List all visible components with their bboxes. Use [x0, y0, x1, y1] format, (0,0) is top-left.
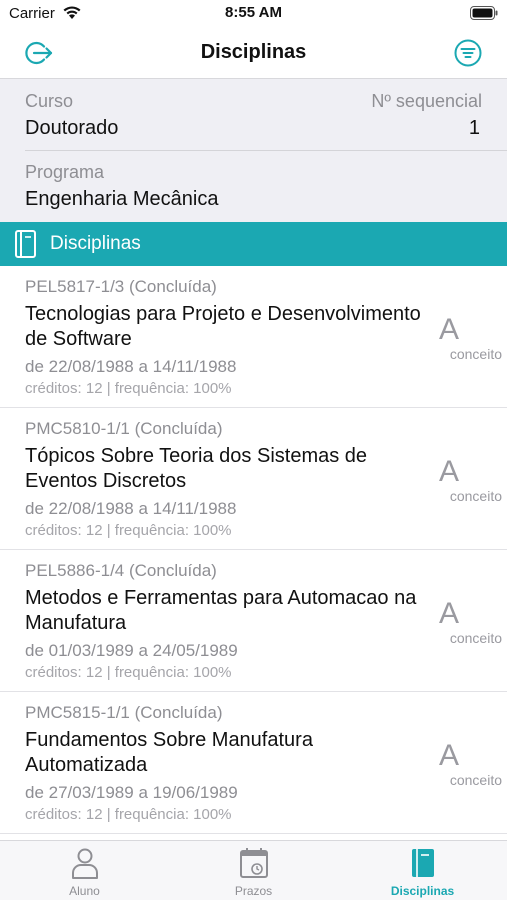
course-grade-label: conceito	[449, 772, 502, 788]
list-item[interactable]: PMC5810-1/1 (Concluída) Tópicos Sobre Te…	[0, 408, 507, 550]
course-dates: de 01/03/1989 a 24/05/1989	[25, 641, 238, 660]
curso-value: Doutorado	[25, 117, 119, 139]
course-name: Tecnologias para Projeto e Desenvolvimen…	[25, 303, 421, 350]
course-grade-label: conceito	[449, 346, 502, 362]
course-code: PMC5810-1/1 (Concluída)	[25, 419, 223, 438]
tab-aluno[interactable]: Aluno	[0, 841, 169, 900]
disciplinas-section-header: Disciplinas	[0, 222, 507, 266]
curso-row: Curso Doutorado Nº sequencial 1	[0, 79, 507, 150]
courses-list[interactable]: PEL5817-1/3 (Concluída) Tecnologias para…	[0, 266, 507, 840]
tab-disciplinas[interactable]: Disciplinas	[338, 841, 507, 900]
navigation-bar: Disciplinas	[0, 28, 507, 78]
filter-icon[interactable]	[453, 38, 483, 68]
book-icon	[408, 847, 438, 879]
person-icon	[70, 847, 100, 879]
page-title: Disciplinas	[200, 41, 307, 63]
course-grade: A	[438, 597, 459, 630]
tab-label: Prazos	[234, 884, 273, 898]
course-credits: créditos: 12 | frequência: 100%	[25, 522, 232, 539]
programa-row: Programa Engenharia Mecânica	[0, 150, 507, 223]
course-grade: A	[438, 455, 459, 488]
course-dates: de 22/08/1988 a 14/11/1988	[25, 357, 237, 376]
course-credits: créditos: 12 | frequência: 100%	[25, 806, 232, 823]
tab-prazos[interactable]: Prazos	[169, 841, 338, 900]
clock: 8:55 AM	[225, 4, 282, 21]
sequencial-value: 1	[468, 117, 480, 139]
programa-value: Engenharia Mecânica	[25, 188, 219, 210]
curso-label: Curso	[25, 91, 74, 111]
programa-label: Programa	[25, 162, 105, 182]
list-item[interactable]: PEL5817-1/3 (Concluída) Tecnologias para…	[0, 266, 507, 408]
course-name: Fundamentos Sobre Manufatura Automatizad…	[25, 729, 313, 776]
course-grade-label: conceito	[449, 488, 502, 504]
tab-label: Aluno	[69, 884, 100, 898]
list-item[interactable]: PEL5886-1/4 (Concluída) Metodos e Ferram…	[0, 550, 507, 692]
tab-bar: Aluno Prazos Disciplinas	[0, 840, 507, 900]
course-grade-label: conceito	[449, 630, 502, 646]
tab-label: Disciplinas	[390, 884, 455, 898]
course-credits: créditos: 12 | frequência: 100%	[25, 664, 232, 681]
course-code: PEL5886-1/4 (Concluída)	[25, 561, 217, 580]
course-code: PMC5815-1/1 (Concluída)	[25, 703, 223, 722]
course-credits: créditos: 12 | frequência: 100%	[25, 380, 232, 397]
battery-icon	[470, 6, 498, 25]
course-dates: de 22/08/1988 a 14/11/1988	[25, 499, 237, 518]
course-dates: de 27/03/1989 a 19/06/1989	[25, 783, 238, 802]
course-name: Tópicos Sobre Teoria dos Sistemas de Eve…	[25, 445, 368, 492]
book-icon	[13, 229, 39, 264]
calendar-icon	[239, 847, 269, 879]
course-code: PEL5817-1/3 (Concluída)	[25, 277, 217, 296]
list-item[interactable]: PMC5815-1/1 (Concluída) Fundamentos Sobr…	[0, 692, 507, 834]
course-grade: A	[438, 739, 459, 772]
section-title: Disciplinas	[50, 233, 141, 254]
course-name: Metodos e Ferramentas para Automacao na …	[25, 587, 417, 634]
status-bar: Carrier 8:55 AM	[0, 0, 507, 28]
program-info-panel: Curso Doutorado Nº sequencial 1 Programa…	[0, 78, 507, 222]
sequencial-label: Nº sequencial	[371, 91, 482, 111]
course-grade: A	[438, 313, 459, 346]
